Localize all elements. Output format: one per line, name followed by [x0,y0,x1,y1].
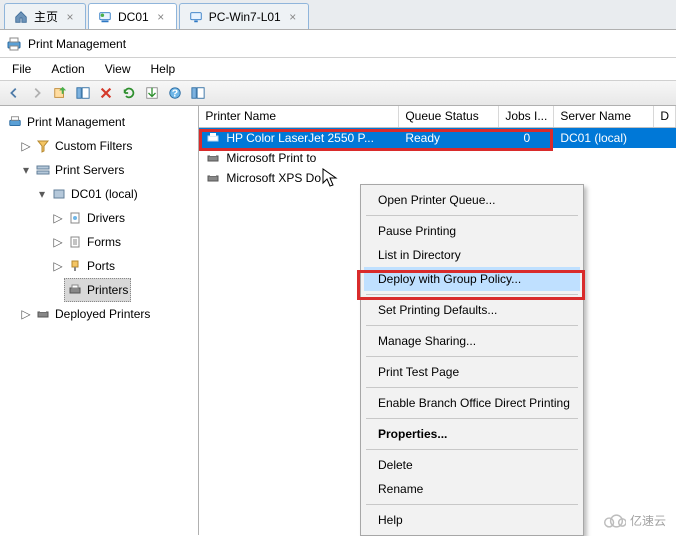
menu-separator [366,449,578,450]
menu-separator [366,418,578,419]
menu-delete[interactable]: Delete [364,453,580,477]
tab-label: PC-Win7-L01 [209,10,281,24]
tree-forms[interactable]: Forms [64,230,124,254]
up-button[interactable] [50,83,70,103]
print-management-icon [7,114,23,130]
tab-pcwin7[interactable]: PC-Win7-L01 × [179,3,309,29]
tree-server-dc01[interactable]: DC01 (local) [48,182,141,206]
delete-button[interactable] [96,83,116,103]
app-title: Print Management [28,37,126,51]
menu-set-defaults[interactable]: Set Printing Defaults... [364,298,580,322]
menu-separator [366,294,578,295]
menu-properties[interactable]: Properties... [364,422,580,446]
menu-deploy-group-policy[interactable]: Deploy with Group Policy... [364,267,580,291]
close-icon[interactable]: × [63,10,77,24]
expander-icon[interactable]: ▷ [20,140,32,152]
tree-printers[interactable]: Printers [64,278,131,302]
expander-icon[interactable]: ▷ [20,308,32,320]
close-icon[interactable]: × [154,10,168,24]
tab-dc01[interactable]: DC01 × [88,3,177,29]
printer-icon [205,170,221,186]
home-icon [13,9,29,25]
tree-ports[interactable]: Ports [64,254,118,278]
close-icon[interactable]: × [286,10,300,24]
tab-label: 主页 [34,8,58,25]
tab-home[interactable]: 主页 × [4,3,86,29]
expander-icon[interactable]: ▷ [52,212,64,224]
menu-separator [366,325,578,326]
show-hide-tree-button[interactable] [73,83,93,103]
col-jobs[interactable]: Jobs I... [499,106,554,127]
tree-deployed-printers[interactable]: Deployed Printers [32,302,153,326]
forward-button[interactable] [27,83,47,103]
col-printer-name[interactable]: Printer Name [199,106,399,127]
form-icon [67,234,83,250]
export-button[interactable] [142,83,162,103]
menu-help[interactable]: Help [364,508,580,532]
server-group-icon [35,162,51,178]
printer-icon [205,150,221,166]
tree-pane: Print Management ▷ Custom Filters ▾ Prin… [0,106,199,535]
menu-enable-branch-office[interactable]: Enable Branch Office Direct Printing [364,391,580,415]
monitor-icon [188,9,204,25]
col-queue-status[interactable]: Queue Status [399,106,499,127]
menu-view[interactable]: View [95,60,141,78]
server-icon [97,9,113,25]
menu-file[interactable]: File [2,60,41,78]
refresh-button[interactable] [119,83,139,103]
printer-icon [67,282,83,298]
menu-separator [366,215,578,216]
print-management-icon [6,36,22,52]
menu-pause-printing[interactable]: Pause Printing [364,219,580,243]
app-title-bar: Print Management [0,30,676,58]
window-tabstrip: 主页 × DC01 × PC-Win7-L01 × [0,0,676,30]
col-server-name[interactable]: Server Name [554,106,654,127]
expander-icon[interactable]: ▾ [20,164,32,176]
printer-row[interactable]: HP Color LaserJet 2550 P... Ready 0 DC01… [199,128,676,148]
tree-root[interactable]: Print Management [4,110,128,134]
printer-row[interactable]: Microsoft Print to [199,148,676,168]
menu-separator [366,356,578,357]
svg-text:?: ? [172,88,178,100]
help-button[interactable]: ? [165,83,185,103]
filter-icon [35,138,51,154]
menubar: File Action View Help [0,58,676,80]
server-icon [51,186,67,202]
expander-icon[interactable]: ▷ [52,236,64,248]
expander-icon[interactable]: ▷ [52,260,64,272]
tree-custom-filters[interactable]: Custom Filters [32,134,135,158]
menu-help[interactable]: Help [141,60,186,78]
back-button[interactable] [4,83,24,103]
tree-drivers[interactable]: Drivers [64,206,128,230]
menu-manage-sharing[interactable]: Manage Sharing... [364,329,580,353]
menu-separator [366,387,578,388]
menu-action[interactable]: Action [41,60,94,78]
properties-button[interactable] [188,83,208,103]
menu-rename[interactable]: Rename [364,477,580,501]
menu-separator [366,504,578,505]
driver-icon [67,210,83,226]
port-icon [67,258,83,274]
tab-label: DC01 [118,10,149,24]
menu-print-test-page[interactable]: Print Test Page [364,360,580,384]
expander-icon[interactable]: ▾ [36,188,48,200]
deployed-printer-icon [35,306,51,322]
printer-icon [205,130,221,146]
column-header: Printer Name Queue Status Jobs I... Serv… [199,106,676,128]
context-menu: Open Printer Queue... Pause Printing Lis… [360,184,584,536]
tree-print-servers[interactable]: Print Servers [32,158,127,182]
menu-list-directory[interactable]: List in Directory [364,243,580,267]
toolbar: ? [0,80,676,106]
menu-open-queue[interactable]: Open Printer Queue... [364,188,580,212]
col-d[interactable]: D [654,106,676,127]
